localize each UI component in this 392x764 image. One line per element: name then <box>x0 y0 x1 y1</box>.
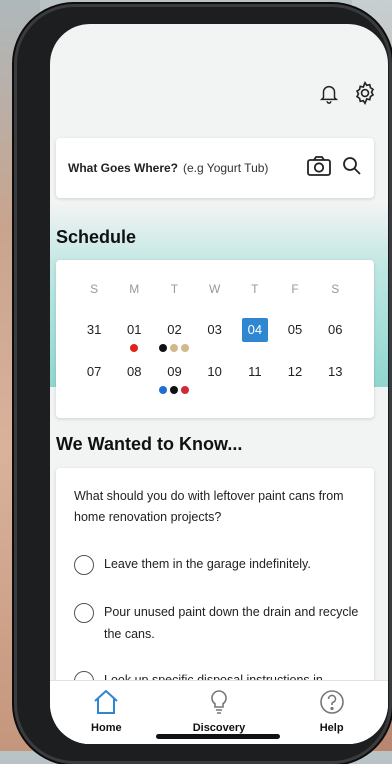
calendar-day[interactable]: 07 <box>74 360 114 402</box>
weekday-label: S <box>90 282 99 296</box>
day-number: 11 <box>248 364 262 379</box>
lightbulb-icon <box>211 690 227 714</box>
collection-dot <box>170 386 179 394</box>
weekday-label: M <box>129 282 140 296</box>
day-number: 04 <box>241 318 268 342</box>
day-number: 13 <box>327 364 343 379</box>
calendar-day[interactable]: 31 <box>74 318 114 360</box>
calendar-day[interactable]: 09 <box>154 360 194 402</box>
quiz-option-1[interactable]: Leave them in the garage indefinitely. <box>74 555 364 575</box>
radio-button[interactable] <box>74 603 94 623</box>
day-number: 07 <box>86 364 102 379</box>
phone-frame: What Goes Where? (e.g Yogurt Tub) Schedu… <box>14 4 392 764</box>
home-indicator <box>156 734 280 739</box>
help-icon <box>319 690 344 714</box>
collection-dots <box>114 344 154 352</box>
collection-dot <box>181 386 190 394</box>
quiz-option-label: Pour unused paint down the drain and rec… <box>104 605 359 641</box>
calendar-day[interactable]: 06 <box>315 318 355 360</box>
calendar: S M T W T F S 31 01 02 03 04 05 06 07 08 09 10 11 12 13 <box>56 260 374 418</box>
quiz-title: We Wanted to Know... <box>56 434 243 454</box>
calendar-day[interactable]: 13 <box>315 360 355 402</box>
day-number: 01 <box>127 322 142 337</box>
calendar-day[interactable]: 05 <box>275 318 315 360</box>
collection-dot <box>170 344 179 352</box>
app-screen: What Goes Where? (e.g Yogurt Tub) Schedu… <box>50 24 388 744</box>
calendar-grid: S M T W T F S 31 01 02 03 04 05 06 07 08 09 10 11 12 13 <box>74 282 374 402</box>
calendar-day[interactable]: 01 <box>114 318 154 360</box>
nav-label-home: Home <box>91 722 122 734</box>
day-number: 31 <box>86 322 102 337</box>
collection-dots <box>154 386 194 394</box>
weekday-label: F <box>291 282 299 296</box>
day-number: 03 <box>207 322 222 337</box>
weekday-label: T <box>251 282 259 296</box>
weekday-label: S <box>331 282 340 296</box>
nav-label-help: Help <box>319 722 344 734</box>
quiz-option-2[interactable]: Pour unused paint down the drain and rec… <box>74 603 364 645</box>
nav-label-discovery: Discovery <box>192 722 246 734</box>
quiz-question: What should you do with leftover paint c… <box>74 489 344 524</box>
camera-icon[interactable] <box>306 155 332 182</box>
search-icon[interactable] <box>342 156 362 181</box>
day-number: 12 <box>287 364 303 379</box>
search-label: What Goes Where? <box>68 161 179 175</box>
weekday-label: T <box>170 282 179 296</box>
collection-dot <box>159 386 168 394</box>
day-number: 02 <box>167 322 182 337</box>
collection-dots <box>154 344 194 352</box>
collection-dot <box>159 344 168 352</box>
calendar-day[interactable]: 08 <box>114 360 154 402</box>
home-icon <box>94 689 119 714</box>
calendar-day[interactable]: 10 <box>195 360 235 402</box>
search-bar[interactable]: What Goes Where? (e.g Yogurt Tub) <box>56 138 374 198</box>
day-number: 08 <box>127 364 142 379</box>
calendar-day[interactable]: 12 <box>275 360 315 402</box>
day-number: 05 <box>287 322 303 337</box>
radio-button[interactable] <box>74 555 94 575</box>
collection-dot <box>130 344 139 352</box>
top-icons <box>316 80 378 106</box>
nav-item-help[interactable]: Help <box>287 681 377 734</box>
calendar-day-selected[interactable]: 04 <box>235 318 275 360</box>
weekday-label: W <box>208 282 221 296</box>
bell-icon[interactable] <box>316 80 342 106</box>
gear-icon[interactable] <box>352 80 378 106</box>
nav-item-home[interactable]: Home <box>61 681 151 734</box>
nav-item-discovery[interactable]: Discovery <box>174 681 264 734</box>
schedule-title: Schedule <box>56 227 137 247</box>
calendar-day[interactable]: 11 <box>235 360 275 402</box>
calendar-day[interactable]: 03 <box>195 318 235 360</box>
day-number: 06 <box>327 322 343 337</box>
search-placeholder: (e.g Yogurt Tub) <box>183 161 269 175</box>
day-number: 10 <box>207 364 222 379</box>
quiz-option-label: Leave them in the garage indefinitely. <box>104 557 311 571</box>
calendar-day[interactable]: 02 <box>154 318 194 360</box>
day-number: 09 <box>167 364 182 379</box>
collection-dot <box>181 344 190 352</box>
